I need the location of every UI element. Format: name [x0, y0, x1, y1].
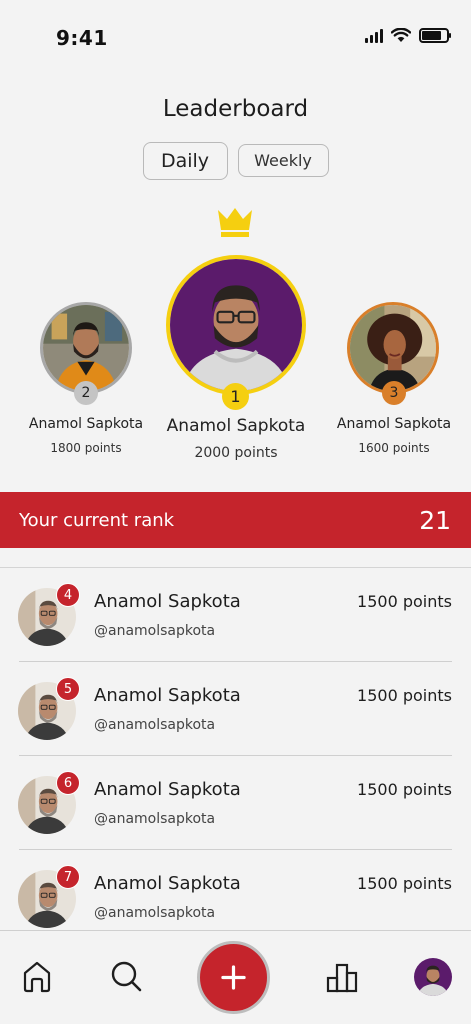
rank-badge: 4 [56, 583, 80, 607]
current-rank-value: 21 [419, 505, 451, 535]
user-points: 1500 points [357, 874, 452, 893]
status-icons [365, 28, 451, 43]
home-icon[interactable] [21, 959, 53, 993]
user-name: Anamol Sapkota [94, 591, 241, 612]
list-item[interactable]: 6 Anamol Sapkota @anamolsapkota 1500 poi… [0, 756, 471, 850]
user-name: Anamol Sapkota [94, 873, 241, 894]
user-handle: @anamolsapkota [94, 623, 216, 639]
ranking-list: 4 Anamol Sapkota @anamolsapkota 1500 poi… [0, 568, 471, 944]
crown-icon [218, 208, 252, 237]
podium: 2 Anamol Sapkota 1800 points 1 Anamol Sa… [0, 200, 471, 480]
signal-icon [365, 28, 383, 43]
search-icon[interactable] [109, 959, 143, 993]
user-points: 1500 points [357, 780, 452, 799]
wifi-icon [391, 28, 411, 42]
current-rank-bar: Your current rank 21 [0, 492, 471, 548]
period-tabs: Daily Weekly [0, 142, 471, 180]
page-title: Leaderboard [162, 96, 309, 122]
user-handle: @anamolsapkota [94, 811, 216, 827]
second-place-name: Anamol Sapkota [28, 416, 144, 432]
user-points: 1500 points [357, 686, 452, 705]
profile-avatar[interactable] [414, 958, 452, 996]
user-points: 1500 points [357, 592, 452, 611]
third-place-points: 1600 points [358, 441, 430, 455]
user-handle: @anamolsapkota [94, 717, 216, 733]
rank-badge: 6 [56, 771, 80, 795]
first-place-name: Anamol Sapkota [166, 416, 306, 436]
first-place-badge: 1 [222, 383, 249, 410]
tab-daily[interactable]: Daily [142, 142, 228, 180]
tab-weekly[interactable]: Weekly [237, 144, 329, 177]
status-time: 9:41 [56, 26, 108, 50]
third-place-badge: 3 [382, 381, 406, 405]
list-item[interactable]: 5 Anamol Sapkota @anamolsapkota 1500 poi… [0, 662, 471, 756]
first-place-points: 2000 points [194, 445, 278, 461]
rank-badge: 5 [56, 677, 80, 701]
user-handle: @anamolsapkota [94, 905, 216, 921]
plus-icon [221, 965, 246, 990]
second-place-points: 1800 points [50, 441, 122, 455]
user-name: Anamol Sapkota [94, 685, 241, 706]
current-rank-label: Your current rank [19, 509, 175, 531]
first-place-avatar[interactable] [166, 255, 306, 395]
leaderboard-icon[interactable] [326, 961, 358, 993]
rank-badge: 7 [56, 865, 80, 889]
battery-icon [419, 28, 451, 43]
third-place-name: Anamol Sapkota [336, 416, 452, 432]
second-place-badge: 2 [74, 381, 98, 405]
add-button[interactable] [197, 941, 270, 1014]
bottom-tab-bar [0, 930, 471, 1024]
status-bar: 9:41 [0, 0, 471, 76]
user-name: Anamol Sapkota [94, 779, 241, 800]
list-item[interactable]: 4 Anamol Sapkota @anamolsapkota 1500 poi… [0, 568, 471, 662]
